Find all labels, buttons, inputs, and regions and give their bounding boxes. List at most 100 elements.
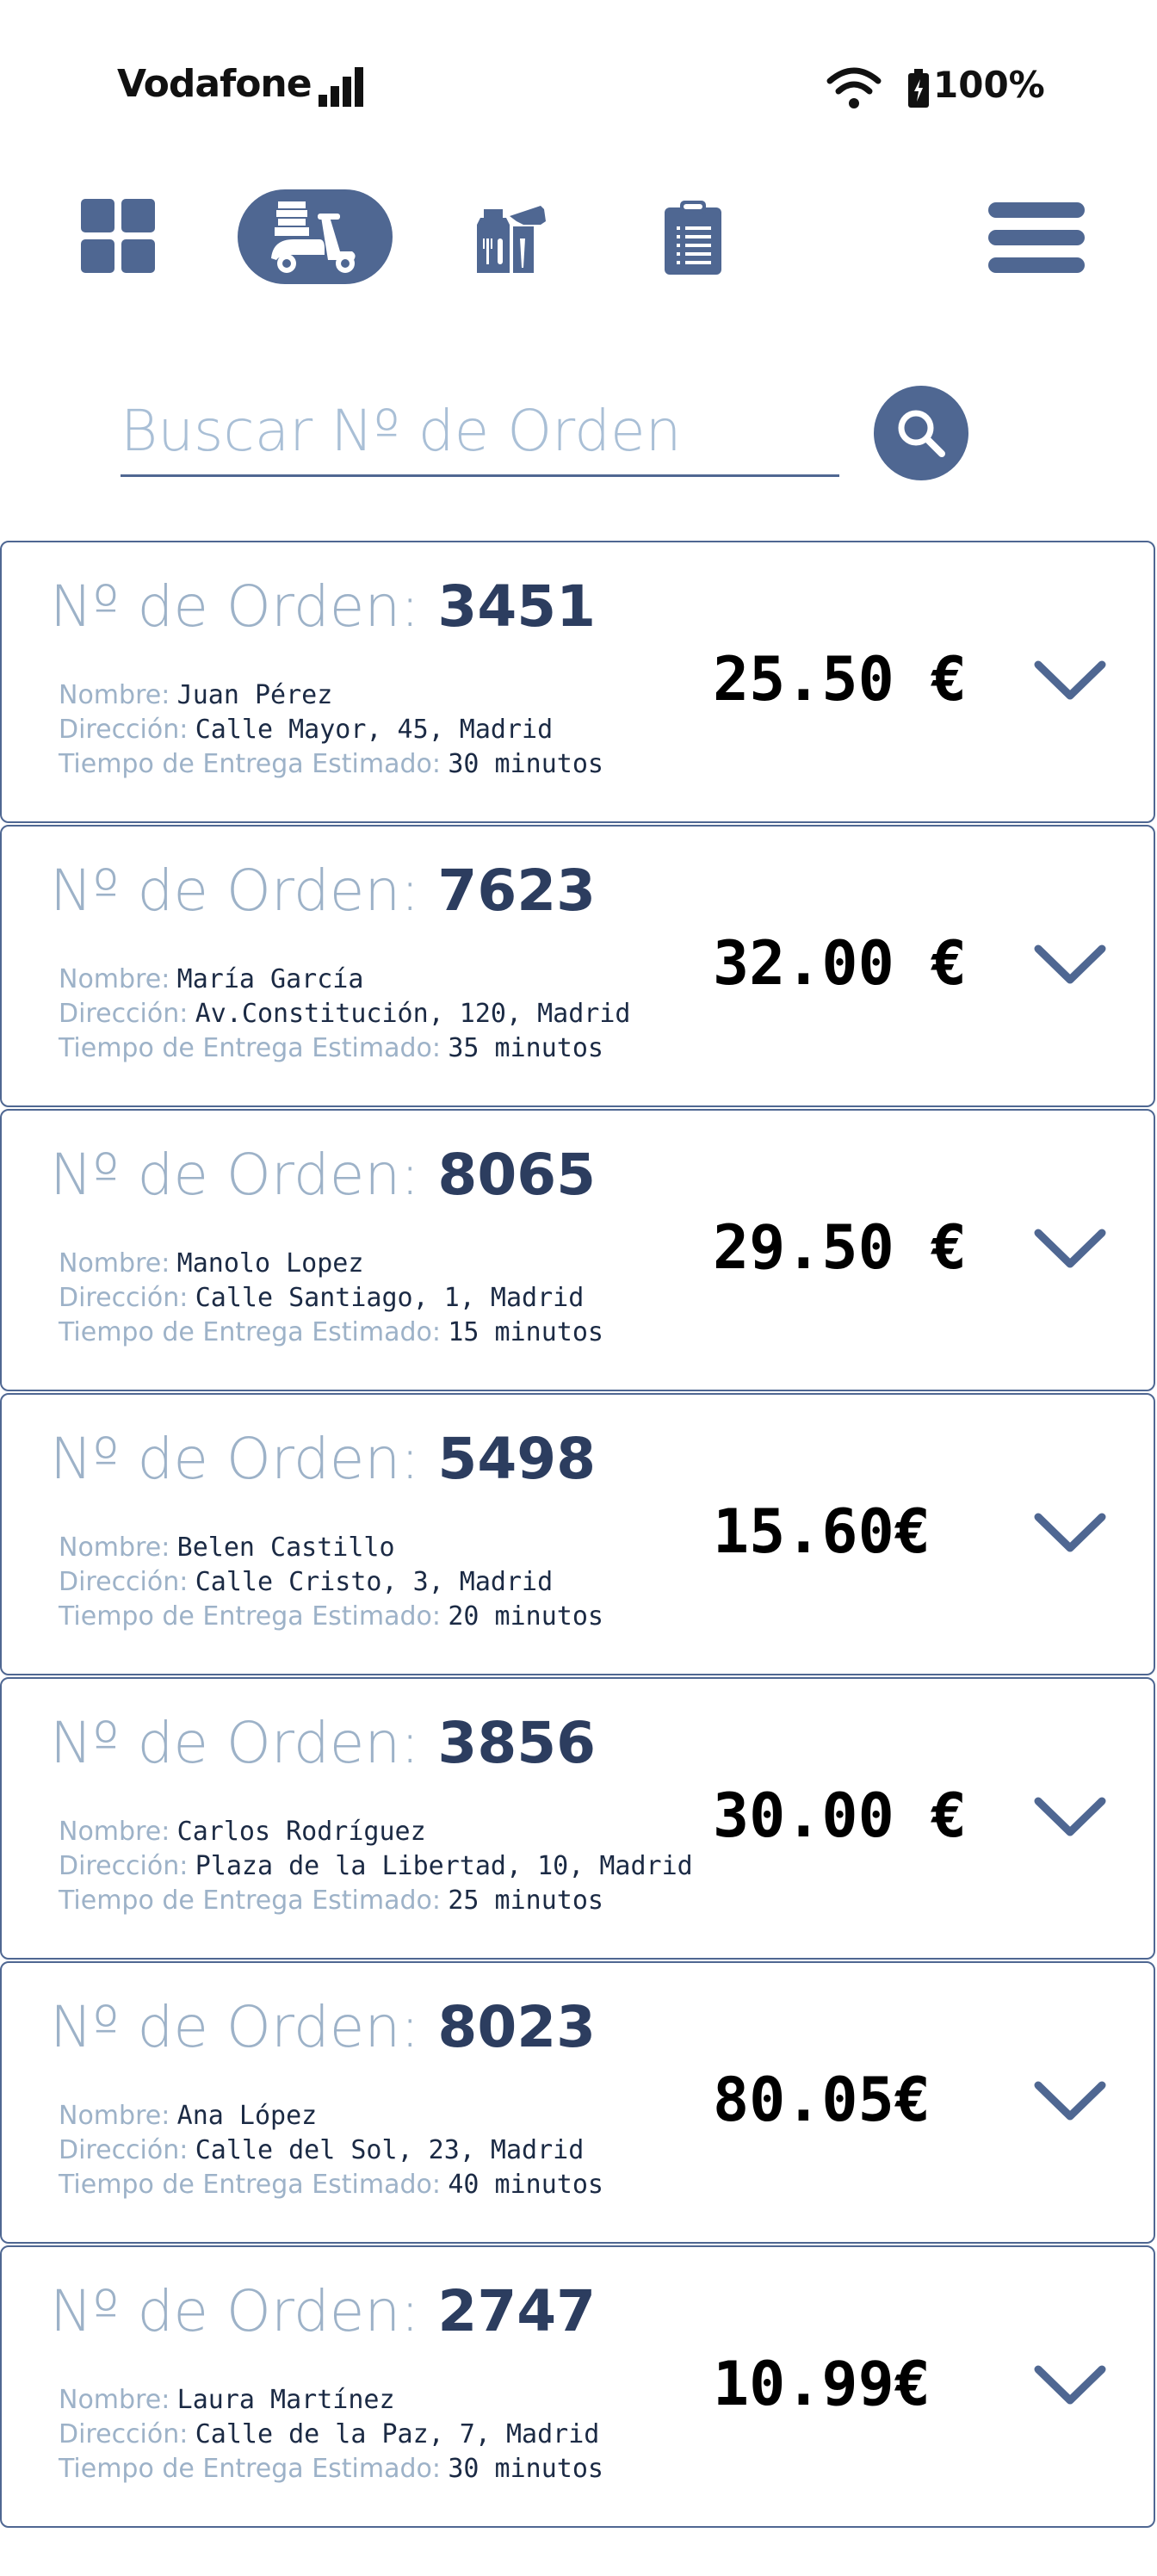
customer-address: Av.Constitución, 120, Madrid [195,999,631,1029]
order-card[interactable]: Nº de Orden: 3856 Nombre: Carlos Rodrígu… [0,1677,1155,1960]
delivery-eta: 30 minutos [448,749,603,779]
order-title: Nº de Orden: 5498 [50,1426,597,1492]
customer-name: Belen Castillo [176,1533,395,1563]
chevron-down-icon[interactable] [1031,2075,1109,2127]
order-number: 2747 [437,2278,597,2344]
eta-label: Tiempo de Entrega Estimado: [59,1886,442,1916]
order-price: 10.99€ [713,2349,931,2419]
clipboard-icon [665,201,721,275]
chevron-down-icon[interactable] [1031,2359,1109,2411]
order-title: Nº de Orden: 8065 [50,1142,597,1208]
customer-address: Plaza de la Libertad, 10, Madrid [195,1851,693,1881]
nav-dashboard[interactable] [81,199,155,273]
order-card[interactable]: Nº de Orden: 5498 Nombre: Belen Castillo… [0,1393,1155,1675]
order-details: Nombre: María García Dirección: Av.Const… [59,963,630,1066]
chevron-down-icon[interactable] [1031,1791,1109,1842]
order-price: 30.00 € [713,1780,968,1851]
delivery-eta: 40 minutos [448,2170,603,2200]
nav-restaurant[interactable] [472,199,549,276]
customer-address: Calle Mayor, 45, Madrid [195,715,554,745]
delivery-eta: 30 minutos [448,2454,603,2484]
address-label: Dirección: [59,715,189,745]
name-label: Nombre: [59,1248,170,1279]
order-number: 7623 [437,858,597,924]
hamburger-icon [988,202,1085,273]
delivery-eta: 25 minutos [448,1886,603,1916]
chevron-down-icon[interactable] [1031,1223,1109,1274]
nav-delivery[interactable] [238,189,393,284]
customer-name: Manolo Lopez [176,1248,364,1279]
order-details: Nombre: Ana López Dirección: Calle del S… [59,2099,603,2202]
order-card[interactable]: Nº de Orden: 3451 Nombre: Juan Pérez Dir… [0,541,1155,823]
name-label: Nombre: [59,2385,170,2415]
eta-label: Tiempo de Entrega Estimado: [59,749,442,779]
signal-icon [319,67,363,107]
search-button[interactable] [874,386,968,480]
customer-address: Calle Santiago, 1, Madrid [195,1283,585,1313]
order-title: Nº de Orden: 3451 [50,573,597,640]
delivery-eta: 35 minutos [448,1033,603,1063]
name-label: Nombre: [59,964,170,994]
order-number: 8065 [437,1142,597,1208]
order-card[interactable]: Nº de Orden: 8065 Nombre: Manolo Lopez D… [0,1109,1155,1391]
order-details: Nombre: Laura Martínez Dirección: Calle … [59,2383,603,2486]
eta-label: Tiempo de Entrega Estimado: [59,1033,442,1063]
status-bar: Vodafone 100% [0,0,1157,155]
address-label: Dirección: [59,1567,189,1597]
order-card[interactable]: Nº de Orden: 7623 Nombre: María García D… [0,825,1155,1107]
name-label: Nombre: [59,1817,170,1847]
search-bar [121,387,839,482]
grid-icon [81,199,155,273]
order-number: 5498 [437,1426,597,1492]
wifi-icon [826,67,882,108]
carrier-name: Vodafone [117,62,312,106]
order-price: 15.60€ [713,1496,931,1567]
name-label: Nombre: [59,680,170,710]
nav-orders[interactable] [661,201,725,275]
customer-name: Ana López [176,2101,318,2131]
order-number: 3451 [437,573,597,640]
order-title: Nº de Orden: 8023 [50,1994,597,2060]
chevron-down-icon[interactable] [1031,938,1109,990]
address-label: Dirección: [59,999,189,1029]
chevron-down-icon[interactable] [1031,1507,1109,1558]
delivery-eta: 15 minutos [448,1317,603,1347]
address-label: Dirección: [59,1851,189,1881]
battery-percentage: 100% [933,64,1045,106]
order-details: Nombre: Juan Pérez Dirección: Calle Mayo… [59,678,603,782]
order-number: 3856 [437,1710,597,1776]
order-title: Nº de Orden: 2747 [50,2278,597,2344]
order-title: Nº de Orden: 3856 [50,1710,597,1776]
eta-label: Tiempo de Entrega Estimado: [59,1601,442,1632]
order-price: 25.50 € [713,644,968,715]
address-label: Dirección: [59,1283,189,1313]
eta-label: Tiempo de Entrega Estimado: [59,1317,442,1347]
top-navigation [0,185,1157,297]
order-price: 32.00 € [713,928,968,999]
order-card[interactable]: Nº de Orden: 8023 Nombre: Ana López Dire… [0,1961,1155,2244]
customer-name: Juan Pérez [176,680,333,710]
eta-label: Tiempo de Entrega Estimado: [59,2170,442,2200]
order-price: 80.05€ [713,2065,931,2135]
order-number: 8023 [437,1994,597,2060]
search-icon [898,410,945,457]
chevron-down-icon[interactable] [1031,654,1109,706]
name-label: Nombre: [59,1533,170,1563]
order-details: Nombre: Manolo Lopez Dirección: Calle Sa… [59,1247,603,1350]
order-details: Nombre: Belen Castillo Dirección: Calle … [59,1531,603,1634]
order-details: Nombre: Carlos Rodríguez Dirección: Plaz… [59,1815,693,1918]
customer-address: Calle de la Paz, 7, Madrid [195,2419,600,2449]
order-price: 29.50 € [713,1212,968,1283]
order-card[interactable]: Nº de Orden: 2747 Nombre: Laura Martínez… [0,2245,1155,2528]
search-input[interactable] [121,387,839,477]
address-label: Dirección: [59,2135,189,2165]
scooter-icon [271,201,356,273]
customer-name: Carlos Rodríguez [176,1817,426,1847]
order-title: Nº de Orden: 7623 [50,858,597,924]
food-bag-icon [477,206,546,273]
customer-address: Calle Cristo, 3, Madrid [195,1567,554,1597]
nav-menu[interactable] [988,202,1085,273]
eta-label: Tiempo de Entrega Estimado: [59,2454,442,2484]
name-label: Nombre: [59,2101,170,2131]
customer-address: Calle del Sol, 23, Madrid [195,2135,585,2165]
